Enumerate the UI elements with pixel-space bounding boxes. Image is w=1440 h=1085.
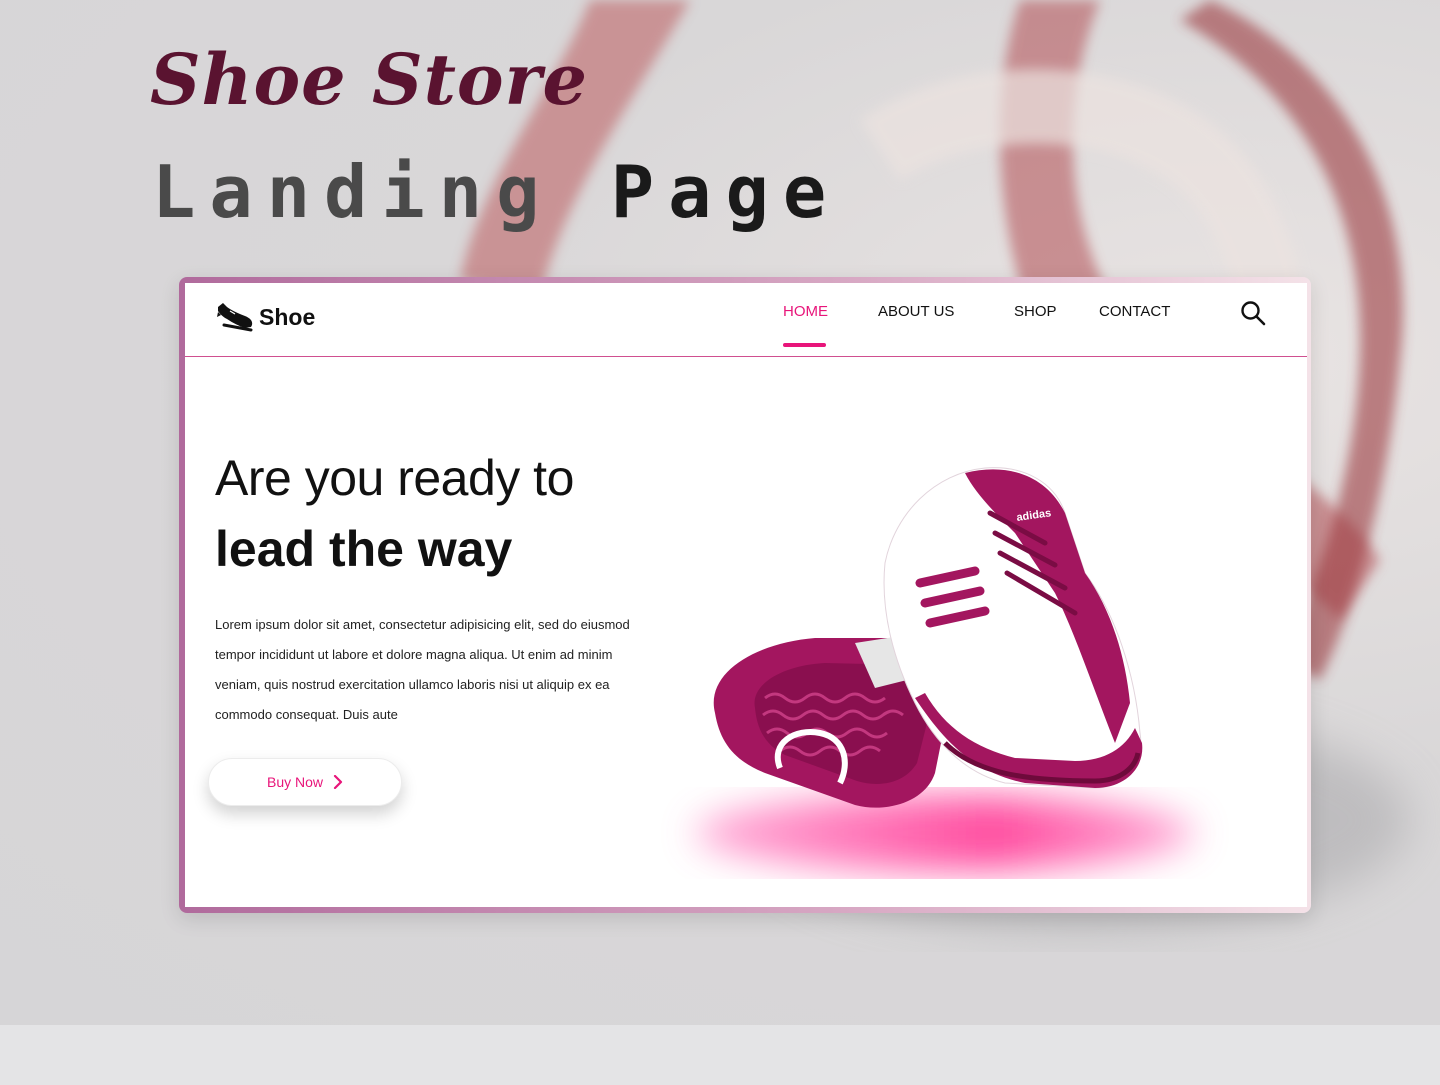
search-icon[interactable] [1239, 299, 1267, 327]
subtitle-light: Landing [152, 150, 554, 234]
nav-shop[interactable]: SHOP [1014, 303, 1057, 320]
hero-description: Lorem ipsum dolor sit amet, consectetur … [215, 617, 630, 722]
buy-now-button[interactable]: Buy Now [208, 758, 402, 806]
nav-contact[interactable]: CONTACT [1099, 303, 1170, 320]
nav-about-us[interactable]: ABOUT US [878, 303, 954, 320]
main-nav: HOME ABOUT US SHOP CONTACT [185, 301, 1307, 351]
buy-now-label: Buy Now [266, 774, 324, 790]
showcase-title: Shoe Store [150, 38, 589, 121]
chevron-right-icon [333, 775, 343, 789]
landing-page-mockup: Shoe HOME ABOUT US SHOP CONTACT Are you … [185, 283, 1307, 907]
hero-heading-light: Are you ready to [215, 450, 574, 506]
sneaker-image: adidas [695, 467, 1195, 871]
showcase-subtitle: Landing Page [152, 150, 840, 234]
nav-home[interactable]: HOME [783, 303, 828, 320]
subtitle-dark: Page [610, 150, 841, 234]
header-divider [185, 356, 1307, 357]
active-nav-indicator [783, 343, 826, 347]
hero-heading-bold: lead the way [215, 521, 513, 577]
background-strip [0, 1025, 1440, 1085]
